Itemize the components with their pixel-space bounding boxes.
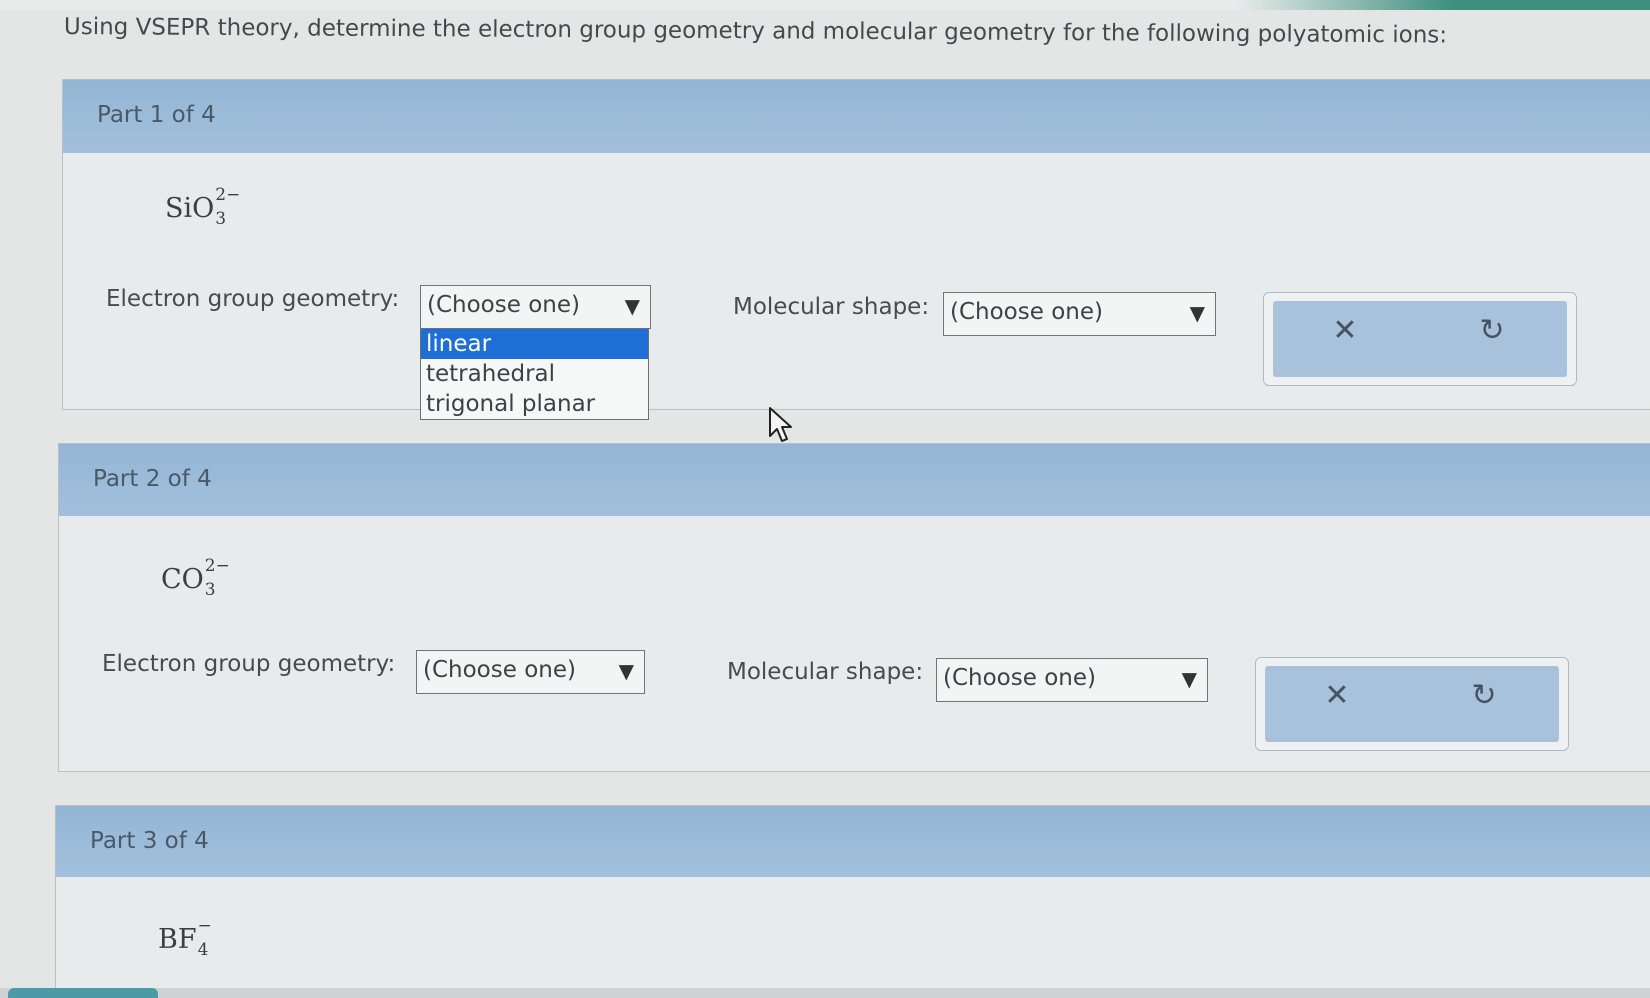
part-1-title: Part 1 of 4 [97, 102, 216, 128]
part-3-header: Part 3 of 4 [56, 806, 1650, 877]
part-1-electron-select[interactable]: (Choose one) ▼ [420, 285, 651, 329]
dropdown-option-trigonal-planar[interactable]: trigonal planar [421, 389, 648, 419]
part-1-action-box: ✕ ↻ [1263, 292, 1577, 386]
part-1-header: Part 1 of 4 [63, 80, 1650, 153]
undo-icon[interactable]: ↻ [1474, 313, 1510, 349]
dropdown-arrow-icon: ▼ [1189, 301, 1205, 325]
dropdown-arrow-icon: ▼ [624, 294, 640, 318]
part-2-action-box: ✕ ↻ [1255, 657, 1569, 751]
dropdown-arrow-icon: ▼ [618, 659, 634, 683]
part-2-electron-select[interactable]: (Choose one) ▼ [416, 650, 645, 694]
part-2-electron-label: Electron group geometry: [102, 651, 396, 677]
part-1-formula: SiO 2− 3 [165, 185, 241, 229]
mouse-cursor-icon [769, 407, 792, 442]
close-icon[interactable]: ✕ [1319, 678, 1355, 714]
question-text: Using VSEPR theory, determine the electr… [63, 14, 1448, 49]
part-3-formula: BF − 4 [158, 916, 212, 960]
part-3-panel: Part 3 of 4 BF − 4 [55, 805, 1650, 990]
undo-icon[interactable]: ↻ [1466, 678, 1502, 714]
part-2-header: Part 2 of 4 [59, 444, 1650, 516]
dropdown-option-tetrahedral[interactable]: tetrahedral [421, 359, 648, 389]
part-1-molecular-label: Molecular shape: [733, 294, 930, 320]
part-2-title: Part 2 of 4 [93, 466, 212, 492]
dropdown-option-linear[interactable]: linear [421, 329, 648, 359]
part-2-molecular-label: Molecular shape: [727, 659, 924, 685]
part-1-electron-label: Electron group geometry: [106, 286, 400, 312]
bottom-bar [0, 988, 1650, 998]
close-icon[interactable]: ✕ [1327, 313, 1363, 349]
part-2-formula: CO 2− 3 [161, 556, 230, 600]
part-3-title: Part 3 of 4 [90, 828, 209, 854]
part-1-electron-dropdown[interactable]: linear tetrahedral trigonal planar [420, 328, 649, 420]
dropdown-arrow-icon: ▼ [1181, 667, 1197, 691]
top-strip [0, 0, 1650, 10]
part-2-molecular-select[interactable]: (Choose one) ▼ [936, 658, 1208, 702]
part-1-molecular-select[interactable]: (Choose one) ▼ [943, 292, 1216, 336]
